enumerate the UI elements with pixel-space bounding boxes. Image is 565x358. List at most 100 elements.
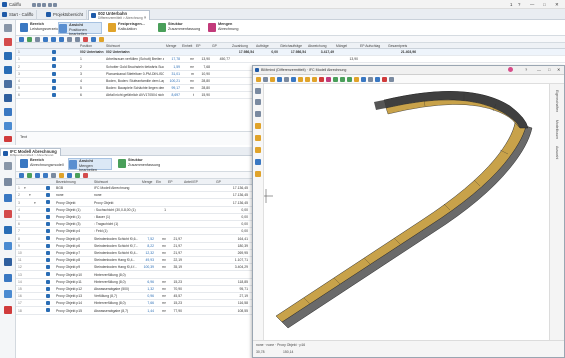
light-icon[interactable] bbox=[354, 77, 359, 82]
align-icon[interactable] bbox=[67, 37, 72, 42]
side-tab-selection[interactable]: Auswahl bbox=[555, 146, 559, 159]
delete-icon[interactable] bbox=[4, 38, 12, 46]
close-tab-icon[interactable]: × bbox=[144, 15, 146, 20]
align-icon[interactable] bbox=[51, 173, 56, 178]
remove-icon[interactable] bbox=[83, 37, 88, 42]
lock-icon[interactable] bbox=[59, 173, 64, 178]
layer-icon[interactable] bbox=[255, 135, 261, 141]
layer-icon[interactable] bbox=[255, 123, 261, 129]
menu-icon[interactable] bbox=[4, 24, 12, 32]
table-row[interactable]: 1 1 Arbeitsraum verfüllen (Schutt) Breiter… bbox=[16, 56, 565, 64]
column-header[interactable]: Zuzahlung bbox=[232, 44, 256, 48]
edit-icon[interactable] bbox=[4, 194, 12, 202]
expand-chevron-icon[interactable]: ▾ bbox=[29, 193, 31, 197]
minimize-icon[interactable]: — bbox=[537, 67, 541, 72]
column-header[interactable]: Bezeichnung bbox=[56, 180, 94, 184]
camera-icon[interactable] bbox=[361, 77, 366, 82]
column-header[interactable]: Mängel bbox=[336, 44, 360, 48]
export-icon[interactable] bbox=[67, 173, 72, 178]
expand-chevron-icon[interactable]: ▾ bbox=[24, 186, 26, 190]
select-icon[interactable] bbox=[284, 77, 289, 82]
grid-icon[interactable] bbox=[291, 77, 296, 82]
column-header[interactable]: Gesamtpreis bbox=[388, 44, 418, 48]
list-icon[interactable] bbox=[4, 226, 12, 234]
save-icon[interactable] bbox=[263, 77, 268, 82]
table-row[interactable]: 15 Proxy Objekt p12 Abwasserabgabe (500) 1,… bbox=[16, 286, 252, 293]
layers-icon[interactable] bbox=[4, 258, 12, 266]
report-icon[interactable] bbox=[4, 136, 12, 142]
measure-icon[interactable] bbox=[347, 77, 352, 82]
table-row[interactable]: 2 ▾ none none 17.136,45 bbox=[16, 192, 252, 200]
help-number[interactable]: 1 bbox=[510, 2, 512, 7]
folder-icon[interactable] bbox=[256, 77, 261, 82]
column-header[interactable]: EP bbox=[196, 44, 212, 48]
calculator-icon[interactable] bbox=[4, 80, 12, 88]
close-icon[interactable]: ✕ bbox=[557, 67, 560, 72]
table-row[interactable]: 9 Proxy Objekt p6 Steindenboden Schicht f0… bbox=[16, 243, 252, 250]
box-icon[interactable] bbox=[298, 77, 303, 82]
report-icon[interactable] bbox=[4, 306, 12, 314]
remove-icon[interactable] bbox=[83, 173, 88, 178]
table-row[interactable]: 1 002 Unterbahn 002 Unterbahn 17.986,54 0,00… bbox=[16, 49, 565, 57]
column-header[interactable]: Gleichaufträge bbox=[280, 44, 308, 48]
expand-chevron-icon[interactable]: ▾ bbox=[34, 201, 36, 205]
help-icon[interactable]: ? bbox=[518, 2, 520, 7]
table-row[interactable]: 12 Proxy Objekt p9 Steindenboden Hang f0,4… bbox=[16, 264, 252, 272]
column-header[interactable]: Ein bbox=[156, 180, 168, 184]
cube-icon[interactable] bbox=[4, 242, 12, 250]
refresh-icon[interactable] bbox=[27, 173, 32, 178]
check-icon[interactable] bbox=[19, 173, 24, 178]
color-icon[interactable] bbox=[326, 77, 331, 82]
list-icon[interactable] bbox=[4, 52, 12, 60]
column-header[interactable]: Menge bbox=[142, 180, 156, 184]
maximize-button[interactable]: □ bbox=[543, 2, 546, 7]
ribbon-struktur[interactable]: Struktur Zusammenfassung bbox=[158, 22, 202, 34]
tab-unterbahn[interactable]: 002 Unterbahn Differenzermittelt > Abrech… bbox=[88, 10, 151, 20]
side-tab-model-tree[interactable]: Modellbaum bbox=[555, 120, 559, 139]
database-icon[interactable] bbox=[4, 122, 12, 130]
clip-icon[interactable] bbox=[382, 77, 387, 82]
tab-project-overview[interactable]: Projektübersicht bbox=[44, 10, 88, 20]
section-icon[interactable] bbox=[319, 77, 324, 82]
copy-icon[interactable] bbox=[35, 37, 40, 42]
table-row[interactable]: 3 ▾ Proxy Objekt Proxy Objekt 17.136,45 bbox=[16, 199, 252, 207]
triangle-icon[interactable] bbox=[4, 108, 12, 116]
table-row[interactable]: 7 Proxy Objekt p4: Feld (1) 0,00 bbox=[16, 228, 252, 236]
ribbon-bereich[interactable]: Bereich Leistungsverzeichnis bbox=[20, 22, 65, 34]
sort-icon[interactable] bbox=[43, 173, 48, 178]
layer-icon[interactable] bbox=[255, 147, 261, 153]
grid-icon[interactable] bbox=[4, 178, 12, 186]
column-header[interactable]: GP bbox=[216, 180, 250, 184]
print-icon[interactable] bbox=[389, 77, 394, 82]
filter-down-icon[interactable] bbox=[59, 37, 64, 42]
refresh-icon[interactable] bbox=[27, 37, 32, 42]
side-tab-properties[interactable]: Eigenschaften bbox=[555, 90, 559, 112]
column-header[interactable]: Anteil EP bbox=[184, 180, 204, 184]
table-row[interactable]: 13 Proxy Objekt p10 Hinterverfüllung (8,0) bbox=[16, 271, 252, 279]
open-icon[interactable] bbox=[270, 77, 275, 82]
folder-icon[interactable] bbox=[255, 171, 261, 177]
table-row[interactable]: 17 Proxy Objekt p14 Hinterverfüllung (8,0)… bbox=[16, 300, 252, 308]
cube-view-icon[interactable] bbox=[255, 99, 261, 105]
table-row[interactable]: 6 Proxy Objekt (3): Tragschicht (1) 0,00 bbox=[16, 221, 252, 229]
database-icon[interactable] bbox=[4, 290, 12, 298]
ribbon-festpreis[interactable]: Festpreisgen... Kalkulation bbox=[108, 22, 152, 34]
column-header[interactable]: Stichwort bbox=[106, 44, 166, 48]
column-header[interactable]: Einheit bbox=[182, 44, 196, 48]
table-row[interactable]: 8 Proxy Objekt p5 Steindenboden Schicht f0… bbox=[16, 235, 252, 243]
home-view-icon[interactable] bbox=[255, 88, 261, 94]
close-button[interactable]: ✕ bbox=[555, 2, 559, 8]
indent-icon[interactable] bbox=[75, 37, 80, 42]
filter-icon[interactable] bbox=[35, 173, 40, 178]
model-viewer-window[interactable]: BIMmind (Differenzermittelt) · IFC Model… bbox=[252, 65, 565, 358]
info-icon[interactable] bbox=[255, 159, 261, 165]
sort-icon[interactable] bbox=[51, 37, 56, 42]
tab-start[interactable]: Start - Califfo bbox=[0, 10, 38, 20]
quick-access-icons[interactable] bbox=[32, 2, 57, 7]
triangle-icon[interactable] bbox=[4, 274, 12, 282]
column-header[interactable]: Stichwort bbox=[94, 180, 142, 184]
column-header[interactable]: EP bbox=[168, 180, 184, 184]
box-icon[interactable] bbox=[305, 77, 310, 82]
view-icon[interactable] bbox=[277, 77, 282, 82]
column-header[interactable]: Position bbox=[80, 44, 106, 48]
